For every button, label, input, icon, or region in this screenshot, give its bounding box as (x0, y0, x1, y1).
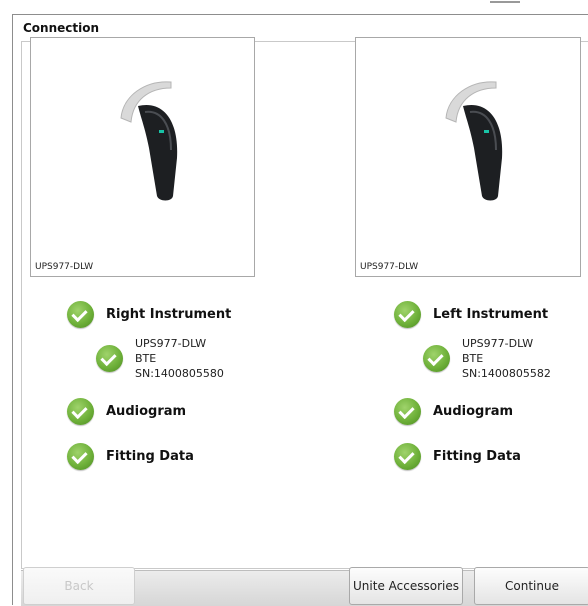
left-fitting-data-status: Fitting Data (394, 443, 521, 470)
check-circle-icon (394, 443, 421, 470)
right-audiogram-status: Audiogram (67, 398, 186, 425)
top-edge-mark (490, 1, 520, 3)
check-circle-icon (67, 398, 94, 425)
left-instrument-image: UPS977-DLW (355, 37, 581, 277)
device-serial: SN:1400805582 (462, 367, 551, 380)
check-circle-icon (67, 443, 94, 470)
device-model: UPS977-DLW (462, 337, 534, 350)
status-label: Left Instrument (433, 307, 549, 322)
device-type: BTE (135, 352, 157, 365)
back-button[interactable]: Back (23, 567, 135, 605)
device-serial: SN:1400805580 (135, 367, 224, 380)
device-details: UPS977-DLW BTE SN:1400805582 (462, 336, 551, 381)
check-circle-icon (394, 398, 421, 425)
check-circle-icon (96, 345, 123, 372)
image-caption: UPS977-DLW (35, 262, 94, 272)
check-circle-icon (394, 301, 421, 328)
left-audiogram-status: Audiogram (394, 398, 513, 425)
right-instrument-status: Right Instrument (67, 301, 231, 328)
continue-button[interactable]: Continue (474, 567, 588, 605)
status-label: Audiogram (106, 404, 187, 419)
device-details: UPS977-DLW BTE SN:1400805580 (135, 336, 224, 381)
status-label: Fitting Data (433, 449, 521, 464)
hearing-aid-icon (445, 81, 503, 201)
status-label: Right Instrument (106, 307, 232, 322)
check-circle-icon (423, 345, 450, 372)
dialog-title: Connection (23, 21, 100, 35)
device-model: UPS977-DLW (135, 337, 207, 350)
right-instrument-image: UPS977-DLW (30, 37, 255, 277)
left-instrument-status: Left Instrument (394, 301, 548, 328)
image-caption: UPS977-DLW (360, 262, 419, 272)
right-fitting-data-status: Fitting Data (67, 443, 194, 470)
status-label: Audiogram (433, 404, 514, 419)
left-device-info: UPS977-DLW BTE SN:1400805582 (423, 336, 551, 381)
unite-accessories-button[interactable]: Unite Accessories (349, 567, 463, 605)
status-label: Fitting Data (106, 449, 194, 464)
device-type: BTE (462, 352, 484, 365)
right-device-info: UPS977-DLW BTE SN:1400805580 (96, 336, 224, 381)
check-circle-icon (67, 301, 94, 328)
hearing-aid-icon (120, 81, 178, 201)
